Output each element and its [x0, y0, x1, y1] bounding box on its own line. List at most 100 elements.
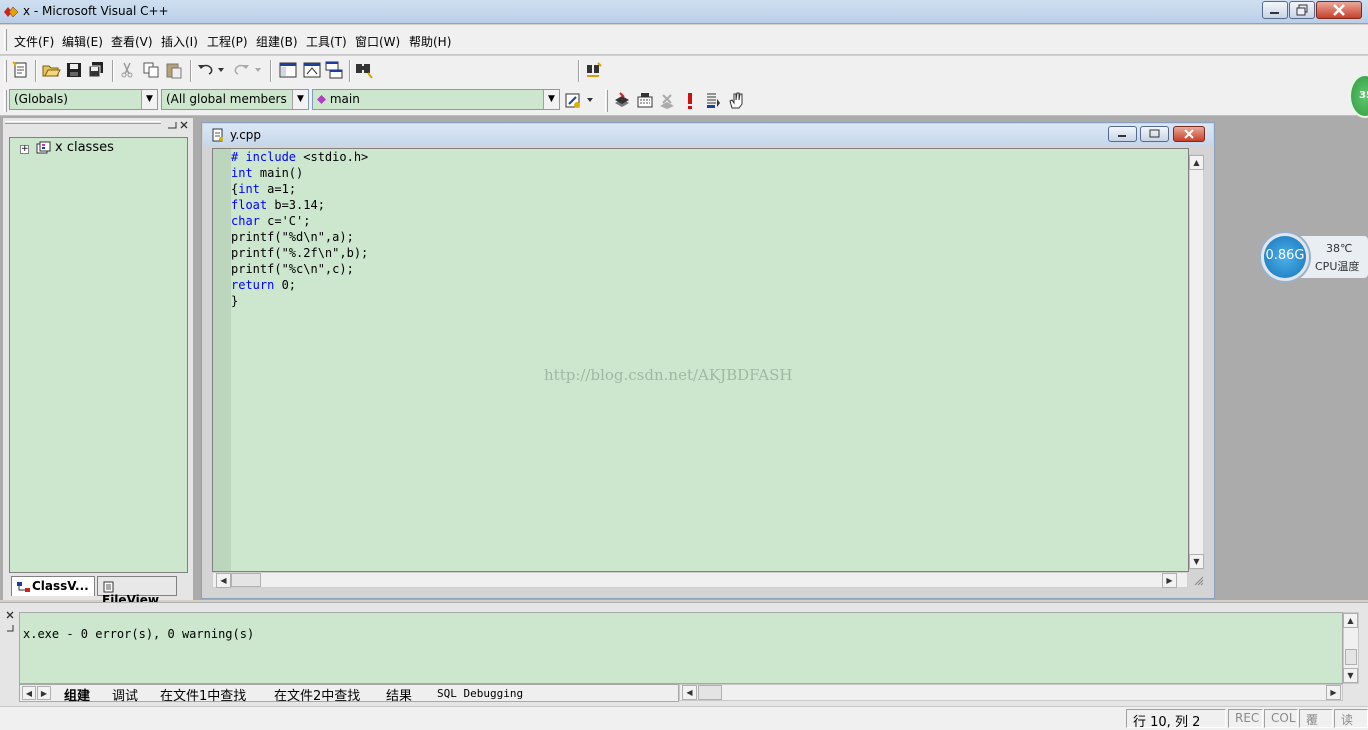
menu-help[interactable]: 帮助(H) [409, 33, 451, 50]
code-line[interactable]: float b=3.14; [231, 197, 325, 213]
undo-dropdown-icon[interactable] [217, 66, 225, 74]
minimize-button[interactable] [1262, 1, 1288, 19]
menu-edit[interactable]: 编辑(E) [62, 33, 103, 50]
editor-minimize-button[interactable] [1108, 126, 1137, 142]
output-tab-find-in-files-1[interactable]: 在文件1中查找 [160, 685, 246, 704]
wizard-bar-grip[interactable] [4, 90, 7, 112]
copy-icon[interactable] [141, 60, 161, 80]
tree-expand-toggle[interactable]: + [20, 145, 29, 154]
code-line[interactable]: char c='C'; [231, 213, 310, 229]
code-line[interactable]: return 0; [231, 277, 296, 293]
undo-icon[interactable] [196, 60, 216, 80]
close-icon [1333, 4, 1345, 16]
code-keyword: int [238, 182, 260, 196]
find-in-files-icon[interactable] [354, 60, 374, 80]
code-line[interactable]: int main() [231, 165, 303, 181]
compile-icon[interactable] [612, 91, 632, 111]
editor-vertical-scrollbar[interactable]: ▲ ▼ [1189, 154, 1204, 570]
tab-classview[interactable]: ClassV... [11, 576, 95, 596]
output-close-icon[interactable] [5, 610, 15, 620]
class-combo-arrow[interactable]: ▼ [141, 90, 157, 109]
code-line[interactable]: # include <stdio.h> [231, 149, 368, 165]
editor-gutter[interactable] [213, 149, 231, 571]
member-combo[interactable]: main ▼ [312, 89, 560, 110]
output-maximize-icon[interactable] [5, 623, 15, 633]
build-toolbar-grip[interactable] [605, 90, 608, 112]
find-icon[interactable] [584, 60, 604, 80]
menu-file[interactable]: 文件(F) [14, 33, 54, 50]
output-tab-results[interactable]: 结果 [386, 685, 412, 704]
output-scroll-down-button[interactable]: ▼ [1343, 668, 1358, 683]
code-line[interactable]: } [231, 293, 238, 309]
redo-icon[interactable] [231, 60, 251, 80]
filter-combo-arrow[interactable]: ▼ [292, 90, 308, 109]
code-editor[interactable] [212, 148, 1189, 572]
read-only-indicator: 读取 [1334, 709, 1368, 728]
window-list-icon[interactable] [324, 60, 344, 80]
output-scroll-left-button[interactable]: ◀ [682, 685, 697, 700]
build-icon[interactable] [635, 91, 655, 111]
class-combo[interactable]: (Globals) ▼ [9, 89, 158, 110]
tabs-scroll-left-button[interactable]: ◀ [22, 686, 36, 700]
tab-fileview[interactable]: FileView [97, 576, 177, 607]
editor-horizontal-scrollbar[interactable]: ◀ ▶ [212, 572, 1188, 588]
editor-restore-button[interactable] [1140, 126, 1169, 142]
output-tab-find-in-files-2[interactable]: 在文件2中查找 [274, 685, 360, 704]
code-line[interactable]: {int a=1; [231, 181, 296, 197]
class-tree-view[interactable]: + x classes [9, 137, 188, 573]
open-folder-icon[interactable] [41, 60, 61, 80]
menu-project[interactable]: 工程(P) [207, 33, 248, 50]
output-scroll-right-button[interactable]: ▶ [1326, 685, 1341, 700]
redo-dropdown-icon[interactable] [254, 66, 262, 74]
new-text-file-icon[interactable] [11, 60, 31, 80]
code-line[interactable]: printf("%.2f\n",b); [231, 245, 368, 261]
output-window-icon[interactable] [302, 60, 322, 80]
output-scroll-up-button[interactable]: ▲ [1343, 613, 1358, 628]
menu-window[interactable]: 窗口(W) [355, 33, 400, 50]
tabs-scroll-right-button[interactable]: ▶ [37, 686, 51, 700]
scroll-up-button[interactable]: ▲ [1189, 155, 1204, 170]
save-all-icon[interactable] [86, 60, 106, 80]
save-icon[interactable] [64, 60, 84, 80]
menu-view[interactable]: 查看(V) [111, 33, 153, 50]
filter-combo[interactable]: (All global members ▼ [161, 89, 309, 110]
output-text-area[interactable]: x.exe - 0 error(s), 0 warning(s) [19, 612, 1343, 684]
scroll-down-button[interactable]: ▼ [1189, 554, 1204, 569]
close-button[interactable] [1316, 1, 1362, 19]
resize-grip-icon[interactable] [1192, 574, 1204, 586]
editor-close-button[interactable] [1173, 126, 1205, 142]
workspace-maximize-icon[interactable] [166, 120, 178, 130]
scroll-left-button[interactable]: ◀ [216, 573, 231, 588]
horizontal-scroll-thumb[interactable] [231, 573, 261, 587]
execute-icon[interactable] [680, 91, 700, 111]
menu-tools[interactable]: 工具(T) [306, 33, 347, 50]
toolbar-grip[interactable] [4, 60, 7, 82]
output-tab-build[interactable]: 组建 [64, 685, 90, 704]
output-hscroll-thumb[interactable] [698, 685, 722, 700]
workspace-close-icon[interactable] [179, 120, 189, 130]
output-scroll-thumb[interactable] [1345, 649, 1357, 665]
wizard-action-icon[interactable] [563, 91, 583, 111]
output-vertical-scrollbar[interactable]: ▲ ▼ [1343, 612, 1359, 684]
menu-build[interactable]: 组建(B) [256, 33, 298, 50]
member-combo-arrow[interactable]: ▼ [543, 90, 559, 109]
menu-grip[interactable] [4, 29, 7, 51]
menu-insert[interactable]: 插入(I) [161, 33, 198, 50]
wizard-action-dropdown-icon[interactable] [586, 96, 594, 104]
code-line[interactable]: printf("%c\n",c); [231, 261, 354, 277]
scroll-right-button[interactable]: ▶ [1162, 573, 1177, 588]
output-tab-sql-debugging[interactable]: SQL Debugging [437, 687, 523, 700]
workspace-window-icon[interactable] [278, 60, 298, 80]
paste-icon[interactable] [164, 60, 184, 80]
tree-root-label[interactable]: x classes [55, 140, 114, 155]
code-line[interactable]: printf("%d\n",a); [231, 229, 354, 245]
stop-build-icon[interactable] [657, 91, 677, 111]
go-icon[interactable] [703, 91, 723, 111]
cut-icon[interactable] [117, 60, 137, 80]
output-tab-debug[interactable]: 调试 [112, 685, 138, 704]
output-horizontal-scrollbar[interactable]: ◀ ▶ [679, 684, 1343, 701]
workspace-grip[interactable] [5, 121, 161, 124]
memory-gauge-value[interactable]: 0.86G [1264, 236, 1306, 278]
maximize-button[interactable] [1289, 1, 1315, 19]
breakpoint-hand-icon[interactable] [726, 91, 746, 111]
